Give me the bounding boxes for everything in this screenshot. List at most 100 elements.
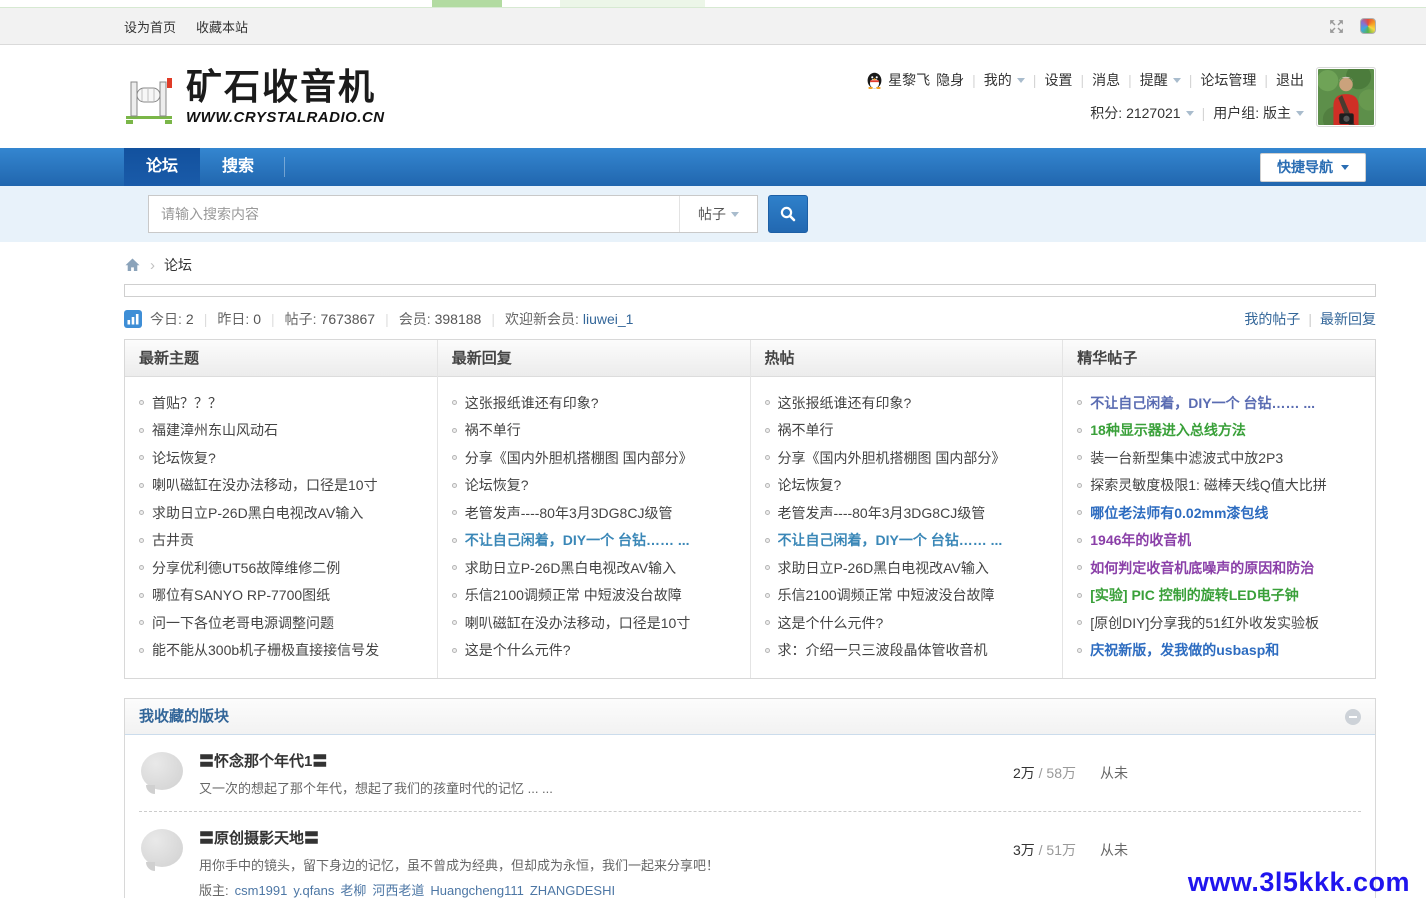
moderator-link[interactable]: ZHANGDESHI xyxy=(530,883,615,898)
column-list: 这张报纸谁还有印象? 祸不单行分享《国内外胆机搭棚图 国内部分》论坛恢复? 老管发声… xyxy=(751,377,1063,678)
user-menu-item[interactable]: 提醒 xyxy=(1140,72,1168,88)
forum-moderators: 版主:csm1991y.qfans老柳河西老道Huangcheng111ZHAN… xyxy=(199,880,926,898)
thread-link[interactable]: 乐信2100调频正常 中短波没台故障 xyxy=(778,585,995,605)
bullet-icon xyxy=(139,510,144,515)
thread-link[interactable]: 这张报纸谁还有印象? xyxy=(778,393,912,413)
moderator-link[interactable]: csm1991 xyxy=(235,883,288,898)
bullet-icon xyxy=(1077,538,1082,543)
search-category-select[interactable]: 帖子 xyxy=(679,196,757,232)
thread-link[interactable]: 这是个什么元件? xyxy=(465,640,571,660)
thread-link[interactable]: 论坛恢复? xyxy=(152,448,216,468)
usergroup-value[interactable]: 版主 xyxy=(1263,103,1291,123)
forum-name-link[interactable]: 〓原创摄影天地〓 xyxy=(199,830,319,847)
thread-list-item: 探索灵敏度极限1: 磁棒天线Q值大比拼 xyxy=(1077,472,1365,500)
moderator-link[interactable]: Huangcheng111 xyxy=(430,883,524,898)
column-header: 精华帖子 xyxy=(1063,340,1375,377)
last-post: 从未 xyxy=(1076,750,1361,797)
thread-link[interactable]: 祸不单行 xyxy=(465,420,521,440)
moderator-link[interactable]: y.qfans xyxy=(293,883,334,898)
nav-tab-论坛[interactable]: 论坛 xyxy=(124,148,200,186)
credits-value[interactable]: 2127021 xyxy=(1126,105,1181,121)
thread-link[interactable]: 1946年的收音机 xyxy=(1090,530,1191,550)
thread-link[interactable]: 老管发声----80年3月3DG8CJ级管 xyxy=(778,503,986,523)
thread-link[interactable]: 庆祝新版，发我做的usbasp和 xyxy=(1090,640,1279,660)
nav-tab-搜索[interactable]: 搜索 xyxy=(200,148,276,186)
forum-name-link[interactable]: 〓怀念那个年代1〓 xyxy=(199,753,327,770)
thread-link[interactable]: 分享《国内外胆机搭棚图 国内部分》 xyxy=(778,448,1006,468)
home-icon[interactable] xyxy=(124,257,141,273)
collapse-icon[interactable] xyxy=(1345,709,1361,725)
thread-link[interactable]: 不让自己闲着，DIY一个 台钻…… ... xyxy=(778,530,1003,550)
stat-label: 帖子: xyxy=(285,311,317,327)
quick-nav-button[interactable]: 快捷导航 xyxy=(1260,153,1366,182)
breadcrumb-forum-link[interactable]: 论坛 xyxy=(164,255,192,275)
search-button[interactable] xyxy=(768,195,808,233)
moderator-link[interactable]: 老柳 xyxy=(340,883,366,898)
usergroup-label: 用户组: xyxy=(1213,103,1259,123)
expand-icon[interactable] xyxy=(1328,18,1345,35)
username-link[interactable]: 星黎飞 xyxy=(888,70,930,90)
moderator-link[interactable]: 河西老道 xyxy=(372,883,424,898)
thread-link[interactable]: [原创DIY]分享我的51红外收发实验板 xyxy=(1090,613,1319,633)
forum-info: 〓原创摄影天地〓用你手中的镜头，留下身边的记忆，虽不曾成为经典，但却成为永恒，我… xyxy=(199,827,926,898)
bullet-icon xyxy=(765,428,770,433)
chart-icon xyxy=(124,310,142,328)
thread-link[interactable]: 论坛恢复? xyxy=(778,475,842,495)
site-logo[interactable]: 矿石收音机 WWW.CRYSTALRADIO.CN xyxy=(124,67,385,126)
site-header: 矿石收音机 WWW.CRYSTALRADIO.CN 星黎飞 xyxy=(0,45,1426,148)
welcome-user-link[interactable]: liuwei_1 xyxy=(583,311,634,327)
thread-link[interactable]: 乐信2100调频正常 中短波没台故障 xyxy=(465,585,682,605)
thread-link[interactable]: 分享《国内外胆机搭棚图 国内部分》 xyxy=(465,448,693,468)
stat-item: 帖子:7673867 xyxy=(285,309,375,329)
bullet-icon xyxy=(1077,428,1082,433)
bullet-icon xyxy=(452,593,457,598)
search-input[interactable] xyxy=(149,196,679,232)
thread-link[interactable]: [实验] PIC 控制的旋转LED电子钟 xyxy=(1090,585,1298,605)
thread-link[interactable]: 求助日立P-26D黑白电视改AV输入 xyxy=(465,558,676,578)
thread-link[interactable]: 探索灵敏度极限1: 磁棒天线Q值大比拼 xyxy=(1090,475,1326,495)
thread-link[interactable]: 喇叭磁缸在没办法移动，口径是10寸 xyxy=(152,475,378,495)
user-menu-item[interactable]: 设置 xyxy=(1044,72,1072,88)
thread-link[interactable]: 问一下各位老哥电源调整问题 xyxy=(152,613,334,633)
thread-link[interactable]: 这张报纸谁还有印象? xyxy=(465,393,599,413)
bullet-icon xyxy=(1077,620,1082,625)
topbar-link[interactable]: 收藏本站 xyxy=(196,17,248,36)
thread-link[interactable]: 求助日立P-26D黑白电视改AV输入 xyxy=(778,558,989,578)
user-menu-item[interactable]: 退出 xyxy=(1276,72,1304,88)
thread-link[interactable]: 福建漳州东山风动石 xyxy=(152,420,278,440)
stat-item: 今日:2 xyxy=(150,309,194,329)
thread-link[interactable]: 哪位有SANYO RP-7700图纸 xyxy=(152,585,330,605)
avatar[interactable] xyxy=(1316,67,1376,127)
thread-list-item: 老管发声----80年3月3DG8CJ级管 xyxy=(452,499,740,527)
breadcrumb: › 论坛 xyxy=(124,255,1376,275)
thread-link[interactable]: 求助日立P-26D黑白电视改AV输入 xyxy=(152,503,363,523)
thread-link[interactable]: 不让自己闲着，DIY一个 台钻…… ... xyxy=(465,530,690,550)
thread-link[interactable]: 18种显示器进入总线方法 xyxy=(1090,420,1246,440)
thread-link[interactable]: 装一台新型集中滤波式中放2P3 xyxy=(1090,448,1283,468)
stats-link[interactable]: 我的帖子 xyxy=(1244,311,1300,327)
user-menu-item[interactable]: 论坛管理 xyxy=(1200,72,1256,88)
topbar-link[interactable]: 设为首页 xyxy=(124,17,176,36)
thread-link[interactable]: 能不能从300b机子栅极直接接信号发 xyxy=(152,640,379,660)
thread-link[interactable]: 首贴？？？ xyxy=(152,393,222,413)
user-menu-item[interactable]: 我的 xyxy=(984,72,1012,88)
thread-link[interactable]: 哪位老法师有0.02mm漆包线 xyxy=(1090,503,1268,523)
thread-link[interactable]: 古井贡 xyxy=(152,530,194,550)
thread-link[interactable]: 求：介绍一只三波段晶体管收音机 xyxy=(778,640,988,660)
stat-item: 昨日:0 xyxy=(217,309,261,329)
welcome-label: 欢迎新会员: xyxy=(505,311,579,327)
browser-strip xyxy=(0,0,1426,8)
user-menu-item[interactable]: 消息 xyxy=(1092,72,1120,88)
stats-link[interactable]: 最新回复 xyxy=(1320,311,1376,327)
thread-link[interactable]: 分享优利德UT56故障维修二例 xyxy=(152,558,340,578)
thread-link[interactable]: 喇叭磁缸在没办法移动，口径是10寸 xyxy=(465,613,691,633)
credits-label: 积分: xyxy=(1090,103,1122,123)
palette-icon[interactable] xyxy=(1360,18,1376,34)
thread-link[interactable]: 不让自己闲着，DIY一个 台钻…… ... xyxy=(1090,393,1315,413)
thread-link[interactable]: 如何判定收音机底噪声的原因和防治 xyxy=(1090,558,1314,578)
thread-link[interactable]: 论坛恢复? xyxy=(465,475,529,495)
thread-link[interactable]: 祸不单行 xyxy=(778,420,834,440)
separator: | xyxy=(1189,72,1193,88)
thread-link[interactable]: 这是个什么元件? xyxy=(778,613,884,633)
thread-link[interactable]: 老管发声----80年3月3DG8CJ级管 xyxy=(465,503,673,523)
